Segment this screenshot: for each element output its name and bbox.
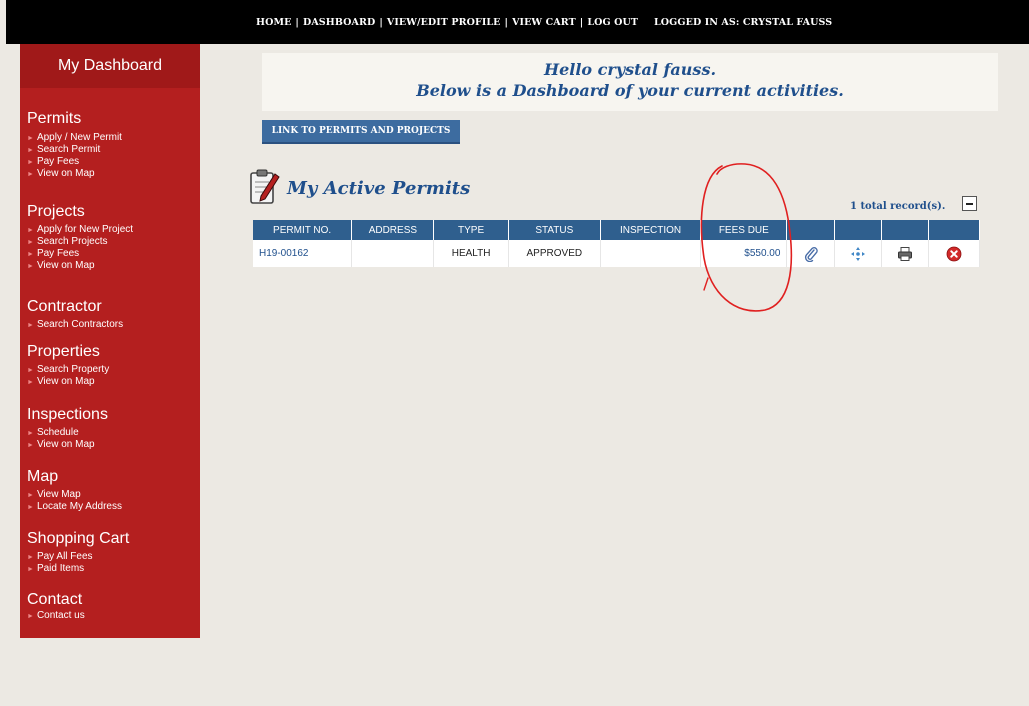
arrow-icon: ► [27,613,34,620]
clipboard-icon [250,169,280,204]
sidebar-item-inspection-view-map[interactable]: ► View on Map [27,439,95,452]
link-permits-projects-button[interactable]: LINK TO PERMITS AND PROJECTS [262,120,460,144]
arrow-icon: ► [27,367,34,374]
sidebar-title: My Dashboard [20,44,200,88]
nav-logout-link[interactable]: LOG OUT [587,17,638,28]
sidebar-section-map: Map [27,468,59,485]
sidebar-item-search-contractors[interactable]: ► Search Contractors [27,319,123,332]
sidebar-item-project-view-map[interactable]: ► View on Map [27,260,95,273]
col-move [834,220,882,240]
permits-table: PERMIT NO. ADDRESS TYPE STATUS INSPECTIO… [253,220,981,267]
sidebar-section-inspections: Inspections [27,406,108,423]
sidebar-item-permit-view-map[interactable]: ► View on Map [27,168,95,181]
col-inspection[interactable]: INSPECTION [600,220,702,240]
sidebar: My Dashboard Permits ► Apply / New Permit… [20,44,200,638]
col-status[interactable]: STATUS [508,220,601,240]
arrow-icon: ► [27,159,34,166]
nav-cart-link[interactable]: VIEW CART [512,17,576,28]
arrow-icon: ► [27,263,34,270]
arrow-icon: ► [27,430,34,437]
move-cell[interactable] [834,240,882,267]
record-count: 1 total record(s). [850,201,946,212]
nav-dashboard-link[interactable]: DASHBOARD [303,17,375,28]
sidebar-section-contact: Contact [27,591,83,608]
permit-type: HEALTH [433,240,509,267]
arrow-icon: ► [27,554,34,561]
arrow-icon: ► [27,504,34,511]
col-permit-no[interactable]: PERMIT NO. [253,220,353,240]
permit-status: APPROVED [508,240,601,267]
col-delete [928,220,981,240]
arrow-icon: ► [27,227,34,234]
sidebar-item-locate-address[interactable]: ► Locate My Address [27,501,122,514]
logged-in-label: LOGGED IN AS: CRYSTAL FAUSS [654,17,833,28]
arrow-icon: ► [27,171,34,178]
top-nav: HOME | DASHBOARD | VIEW/EDIT PROFILE | VIEW CA… [256,17,833,28]
nav-profile-link[interactable]: VIEW/EDIT PROFILE [387,17,501,28]
sidebar-item-paid-items[interactable]: ► Paid Items [27,563,84,576]
sidebar-item-contact-us[interactable]: ► Contact us [27,610,85,623]
sidebar-section-projects: Projects [27,203,85,220]
greeting-banner: Hello crystal fauss. Below is a Dashboar… [262,53,998,111]
sidebar-section-contractor: Contractor [27,298,102,315]
permit-address [351,240,435,267]
permit-fees-due: $550.00 [700,240,788,267]
arrow-icon: ► [27,492,34,499]
sidebar-item-property-view-map[interactable]: ► View on Map [27,376,95,389]
arrow-icon: ► [27,147,34,154]
nav-home-link[interactable]: HOME [256,17,291,28]
permit-number-link[interactable]: H19-00162 [253,240,353,267]
attach-cell[interactable] [786,240,835,267]
greeting-line-2: Below is a Dashboard of your current act… [416,81,844,100]
move-icon[interactable] [850,246,866,262]
sidebar-section-shopping-cart: Shopping Cart [27,530,130,547]
arrow-icon: ► [27,566,34,573]
arrow-icon: ► [27,322,34,329]
active-permits-title: My Active Permits [287,178,471,199]
table-header-row: PERMIT NO. ADDRESS TYPE STATUS INSPECTIO… [253,220,981,240]
col-fees-due[interactable]: FEES DUE [700,220,788,240]
delete-cell[interactable] [928,240,981,267]
table-row: H19-00162 HEALTH APPROVED $550.00 [253,240,981,267]
arrow-icon: ► [27,442,34,449]
sidebar-section-permits: Permits [27,110,82,127]
col-address[interactable]: ADDRESS [351,220,435,240]
col-attach [786,220,835,240]
collapse-button[interactable] [962,196,977,211]
delete-icon[interactable] [946,246,962,262]
arrow-icon: ► [27,239,34,246]
paperclip-icon[interactable] [803,246,819,262]
permit-inspection [600,240,702,267]
print-cell[interactable] [881,240,929,267]
sidebar-section-properties: Properties [27,343,100,360]
arrow-icon: ► [27,379,34,386]
col-type[interactable]: TYPE [433,220,509,240]
arrow-icon: ► [27,135,34,142]
col-print [881,220,929,240]
arrow-icon: ► [27,251,34,258]
greeting-line-1: Hello crystal fauss. [543,60,717,79]
printer-icon[interactable] [897,246,913,262]
top-nav-bar: HOME | DASHBOARD | VIEW/EDIT PROFILE | VIEW CA… [6,0,1029,44]
